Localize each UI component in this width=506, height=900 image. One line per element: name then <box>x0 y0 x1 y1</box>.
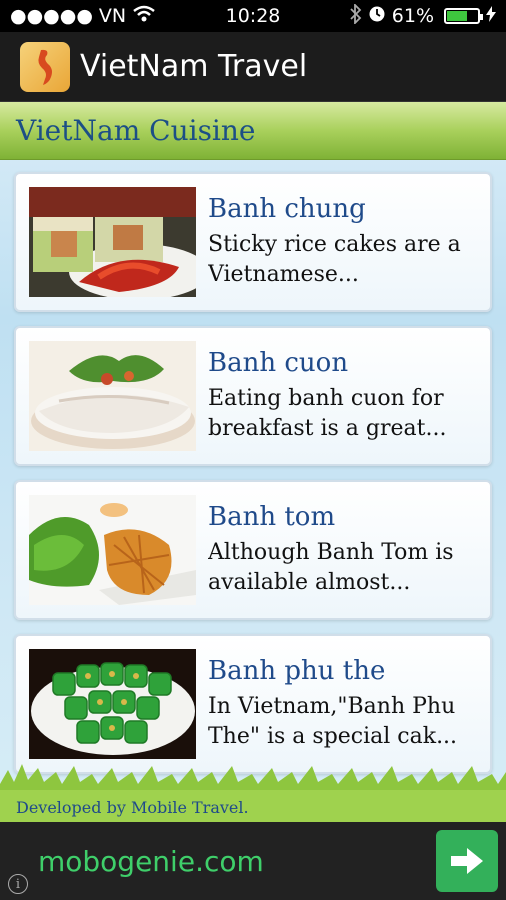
item-description: Although Banh Tom is available almost... <box>208 540 454 595</box>
wifi-icon <box>132 5 156 28</box>
item-title: Banh tom <box>208 502 336 532</box>
section-title: VietNam Cuisine <box>16 114 256 147</box>
battery-percent: 61% <box>391 5 434 27</box>
item-title: Banh cuon <box>208 348 349 378</box>
list-item[interactable]: Banh tom Although Banh Tom is available … <box>14 480 492 620</box>
list-item[interactable]: Banh chung Sticky rice cakes are a Vietn… <box>14 172 492 312</box>
app-logo-icon[interactable] <box>20 41 70 92</box>
item-description: In Vietnam,"Banh Phu The" is a special c… <box>208 694 458 749</box>
cuisine-list: Banh chung Sticky rice cakes are a Vietn… <box>0 160 506 774</box>
ad-text[interactable]: mobogenie.com <box>38 845 264 878</box>
info-icon[interactable]: i <box>8 874 28 894</box>
item-description: Eating banh cuon for breakfast is a grea… <box>208 386 447 441</box>
battery-icon <box>444 8 483 24</box>
app-bar: VietNam Travel <box>0 32 506 102</box>
arrow-right-icon <box>451 848 483 874</box>
charging-icon <box>486 5 496 27</box>
list-item-text: Banh tom Although Banh Tom is available … <box>208 502 490 598</box>
app-title: VietNam Travel <box>80 49 308 84</box>
ad-banner[interactable]: mobogenie.com i <box>0 822 506 900</box>
section-header: VietNam Cuisine <box>0 102 506 160</box>
battery-fill <box>447 11 467 21</box>
banh-chung-thumbnail <box>29 187 196 297</box>
bluetooth-icon <box>350 2 362 29</box>
list-item-text: Banh phu the In Vietnam,"Banh Phu The" i… <box>208 656 490 752</box>
list-item[interactable]: Banh cuon Eating banh cuon for breakfast… <box>14 326 492 466</box>
developer-credit: Developed by Mobile Travel. <box>16 798 249 817</box>
status-bar: ●●●●● VN 10:28 61% <box>0 0 506 32</box>
main-content: VietNam Cuisine Banh chung Sticky rice c… <box>0 102 506 822</box>
status-right: 61% <box>350 2 496 29</box>
status-left: ●●●●● VN <box>10 5 156 28</box>
ad-arrow-button[interactable] <box>436 830 498 892</box>
item-title: Banh phu the <box>208 656 386 686</box>
alarm-icon <box>368 5 386 28</box>
banh-phu-the-thumbnail <box>29 649 196 759</box>
list-item[interactable]: Banh phu the In Vietnam,"Banh Phu The" i… <box>14 634 492 774</box>
banh-cuon-thumbnail <box>29 341 196 451</box>
banh-tom-thumbnail <box>29 495 196 605</box>
carrier-label: ●●●●● VN <box>10 5 127 27</box>
item-title: Banh chung <box>208 194 366 224</box>
list-item-text: Banh cuon Eating banh cuon for breakfast… <box>208 348 490 444</box>
item-description: Sticky rice cakes are a Vietnamese... <box>208 232 461 287</box>
list-item-text: Banh chung Sticky rice cakes are a Vietn… <box>208 194 490 290</box>
